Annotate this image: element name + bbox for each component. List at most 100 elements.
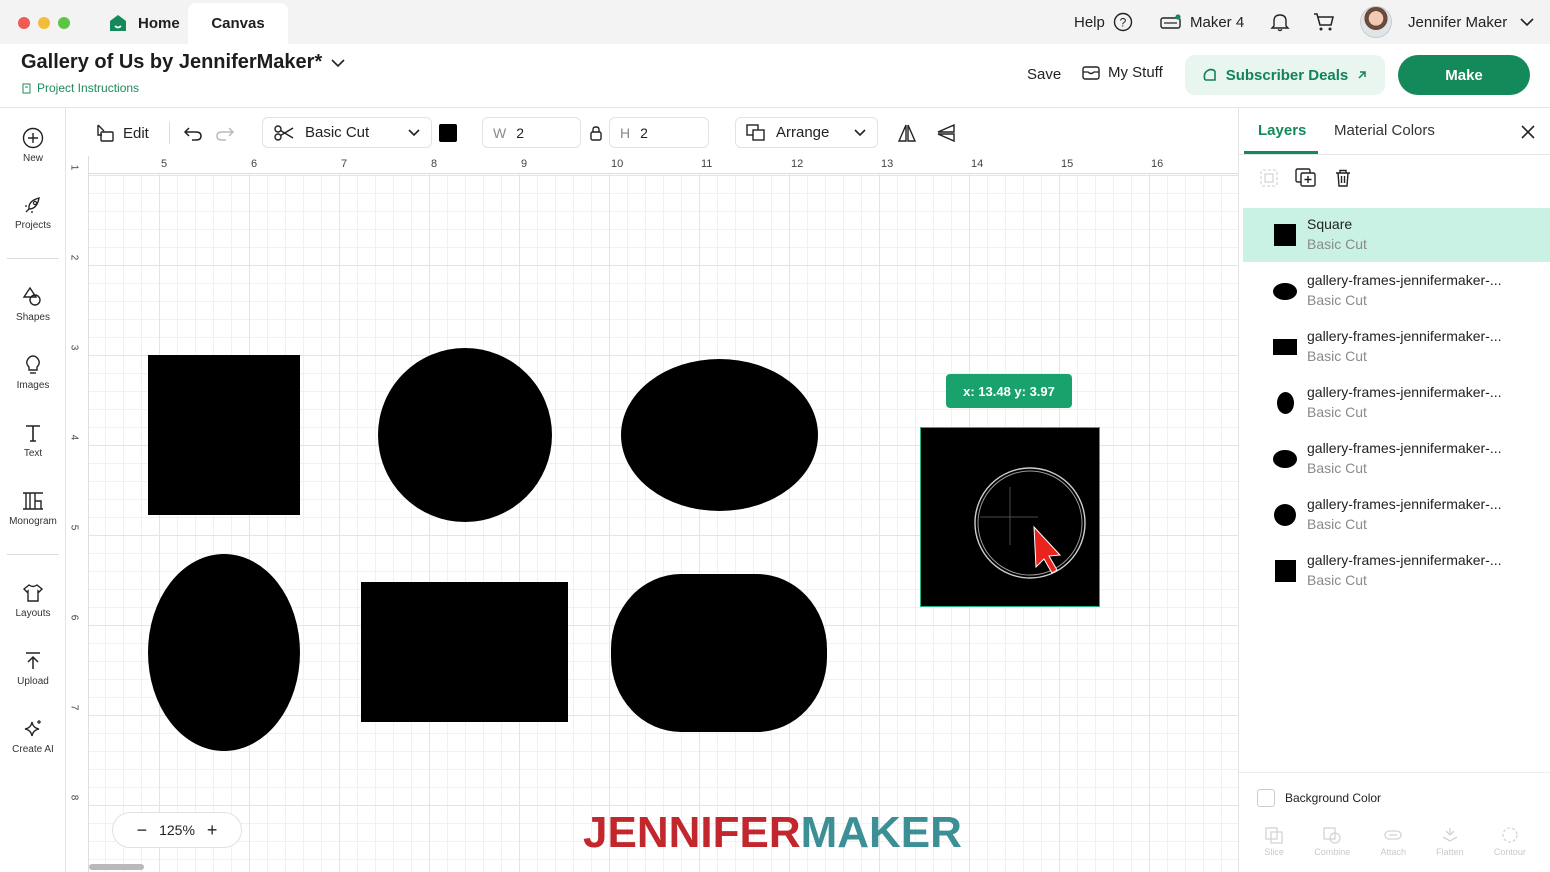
zoom-in-button[interactable]: + [207, 820, 218, 841]
my-stuff-button[interactable]: My Stuff [1082, 64, 1163, 81]
layer-item[interactable]: gallery-frames-jennifermaker-... Basic C… [1243, 264, 1550, 318]
cart-icon [1314, 13, 1334, 31]
sidebar-item-new[interactable]: New [0, 127, 66, 164]
sidebar-item-upload[interactable]: Upload [0, 650, 66, 687]
brand-watermark: JENNIFERMAKER [583, 808, 962, 858]
sidebar-item-monogram[interactable]: Monogram [0, 490, 66, 527]
arrange-dropdown[interactable]: Arrange [735, 117, 878, 148]
sidebar-item-create-ai[interactable]: Create AI [0, 718, 66, 755]
layer-item[interactable]: Square Basic Cut [1243, 208, 1550, 262]
sidebar-item-text[interactable]: Text [0, 422, 66, 459]
design-canvas[interactable]: 5 6 7 8 9 10 11 12 13 14 15 16 1 2 3 4 5… [67, 156, 1238, 872]
sidebar-item-label: Images [16, 380, 50, 391]
sidebar-item-projects[interactable]: Projects [0, 194, 66, 231]
ruler-tick-label: 16 [1151, 158, 1164, 170]
arrange-icon [746, 123, 765, 141]
tab-material-colors[interactable]: Material Colors [1334, 122, 1435, 139]
project-title-dropdown[interactable]: Gallery of Us by JenniferMaker* [21, 51, 346, 74]
project-instructions-link[interactable]: Project Instructions [22, 81, 139, 95]
canvas-circle-frame[interactable] [378, 348, 552, 522]
redo-button[interactable] [215, 118, 235, 148]
sidebar-item-layouts[interactable]: Layouts [0, 582, 66, 619]
trash-icon[interactable] [1333, 168, 1353, 188]
layer-item[interactable]: gallery-frames-jennifermaker-... Basic C… [1243, 544, 1550, 598]
flip-horizontal-button[interactable] [897, 118, 917, 148]
sidebar-item-label: Monogram [9, 516, 57, 527]
attach-button[interactable]: Attach [1380, 826, 1406, 857]
layer-operation: Basic Cut [1307, 348, 1367, 364]
sidebar-item-shapes[interactable]: Shapes [0, 286, 66, 323]
combine-button[interactable]: Combine [1314, 826, 1350, 857]
help-button[interactable]: Help ? [1074, 8, 1133, 36]
flip-vertical-button[interactable] [936, 118, 956, 148]
layer-item[interactable]: gallery-frames-jennifermaker-... Basic C… [1243, 432, 1550, 486]
layer-operation: Basic Cut [1307, 572, 1367, 588]
slice-icon [1265, 827, 1283, 844]
subscriber-deals-label: Subscriber Deals [1225, 66, 1349, 84]
ruler-tick-label: 11 [701, 158, 713, 170]
undo-button[interactable] [183, 118, 203, 148]
operation-dropdown[interactable]: Basic Cut [262, 117, 432, 148]
flatten-label: Flatten [1436, 847, 1464, 857]
canvas-rounded-oval-frame[interactable] [611, 574, 827, 732]
zoom-out-button[interactable]: − [137, 820, 148, 841]
ruler-top: 5 6 7 8 9 10 11 12 13 14 15 16 [67, 156, 1238, 174]
chevron-down-icon [408, 128, 420, 136]
background-color-checkbox[interactable] [1257, 789, 1275, 807]
sidebar-item-images[interactable]: Images [0, 354, 66, 391]
contour-button[interactable]: Contour [1494, 826, 1526, 857]
attach-label: Attach [1380, 847, 1406, 857]
group-icon[interactable] [1259, 168, 1279, 188]
slice-button[interactable]: Slice [1264, 826, 1284, 857]
panel-divider [1239, 154, 1550, 155]
canvas-wide-oval-frame[interactable] [621, 359, 818, 511]
duplicate-icon[interactable] [1295, 168, 1317, 188]
cart-button[interactable] [1313, 8, 1335, 36]
window-maximize-button[interactable] [58, 17, 70, 29]
layer-item[interactable]: gallery-frames-jennifermaker-... Basic C… [1243, 376, 1550, 430]
subscriber-deals-button[interactable]: Subscriber Deals [1185, 55, 1385, 95]
user-menu[interactable]: Jennifer Maker [1360, 5, 1535, 39]
layer-item[interactable]: gallery-frames-jennifermaker-... Basic C… [1243, 488, 1550, 542]
layer-item[interactable]: gallery-frames-jennifermaker-... Basic C… [1243, 320, 1550, 374]
sidebar-divider [7, 554, 59, 555]
ruler-left: 1 2 3 4 5 6 7 8 [67, 156, 89, 872]
ruler-tick-label: 1 [68, 164, 80, 171]
width-value: 2 [516, 124, 525, 141]
flip-vertical-icon [937, 123, 955, 143]
sidebar-divider [7, 258, 59, 259]
drag-cursor-icon [974, 467, 1086, 579]
width-field[interactable]: W 2 [482, 117, 581, 148]
machine-selector[interactable]: Maker 4 [1160, 8, 1244, 36]
save-button[interactable]: Save [1027, 66, 1061, 83]
layer-operation: Basic Cut [1307, 460, 1367, 476]
edit-button[interactable]: Edit [95, 118, 149, 148]
lock-proportions-button[interactable] [589, 118, 603, 148]
redo-icon [216, 127, 235, 141]
toolbar-divider [169, 122, 170, 144]
selected-square[interactable] [920, 427, 1100, 607]
tab-layers[interactable]: Layers [1258, 122, 1306, 139]
notifications-button[interactable] [1270, 8, 1290, 36]
circle-thumbnail-icon [1273, 504, 1297, 526]
arrange-label: Arrange [776, 124, 830, 141]
sparkle-icon [24, 720, 41, 737]
height-field[interactable]: H 2 [609, 117, 709, 148]
window-minimize-button[interactable] [38, 17, 50, 29]
tab-canvas[interactable]: Canvas [188, 3, 288, 44]
color-swatch[interactable] [439, 124, 457, 142]
canvas-tall-oval-frame[interactable] [148, 554, 300, 751]
ruler-tick-label: 6 [68, 614, 80, 621]
canvas-rectangle-frame[interactable] [361, 582, 568, 722]
background-color-toggle[interactable]: Background Color [1257, 789, 1381, 807]
horizontal-scrollbar[interactable] [89, 864, 144, 870]
flatten-button[interactable]: Flatten [1436, 826, 1464, 857]
ruler-tick-label: 13 [881, 158, 894, 170]
window-close-button[interactable] [18, 17, 30, 29]
make-button[interactable]: Make [1398, 55, 1530, 95]
close-icon[interactable] [1519, 123, 1537, 141]
tab-home[interactable]: Home [98, 6, 190, 40]
canvas-square-frame[interactable] [148, 355, 300, 515]
plus-circle-icon [22, 127, 44, 149]
ruler-tick-label: 10 [611, 158, 624, 170]
